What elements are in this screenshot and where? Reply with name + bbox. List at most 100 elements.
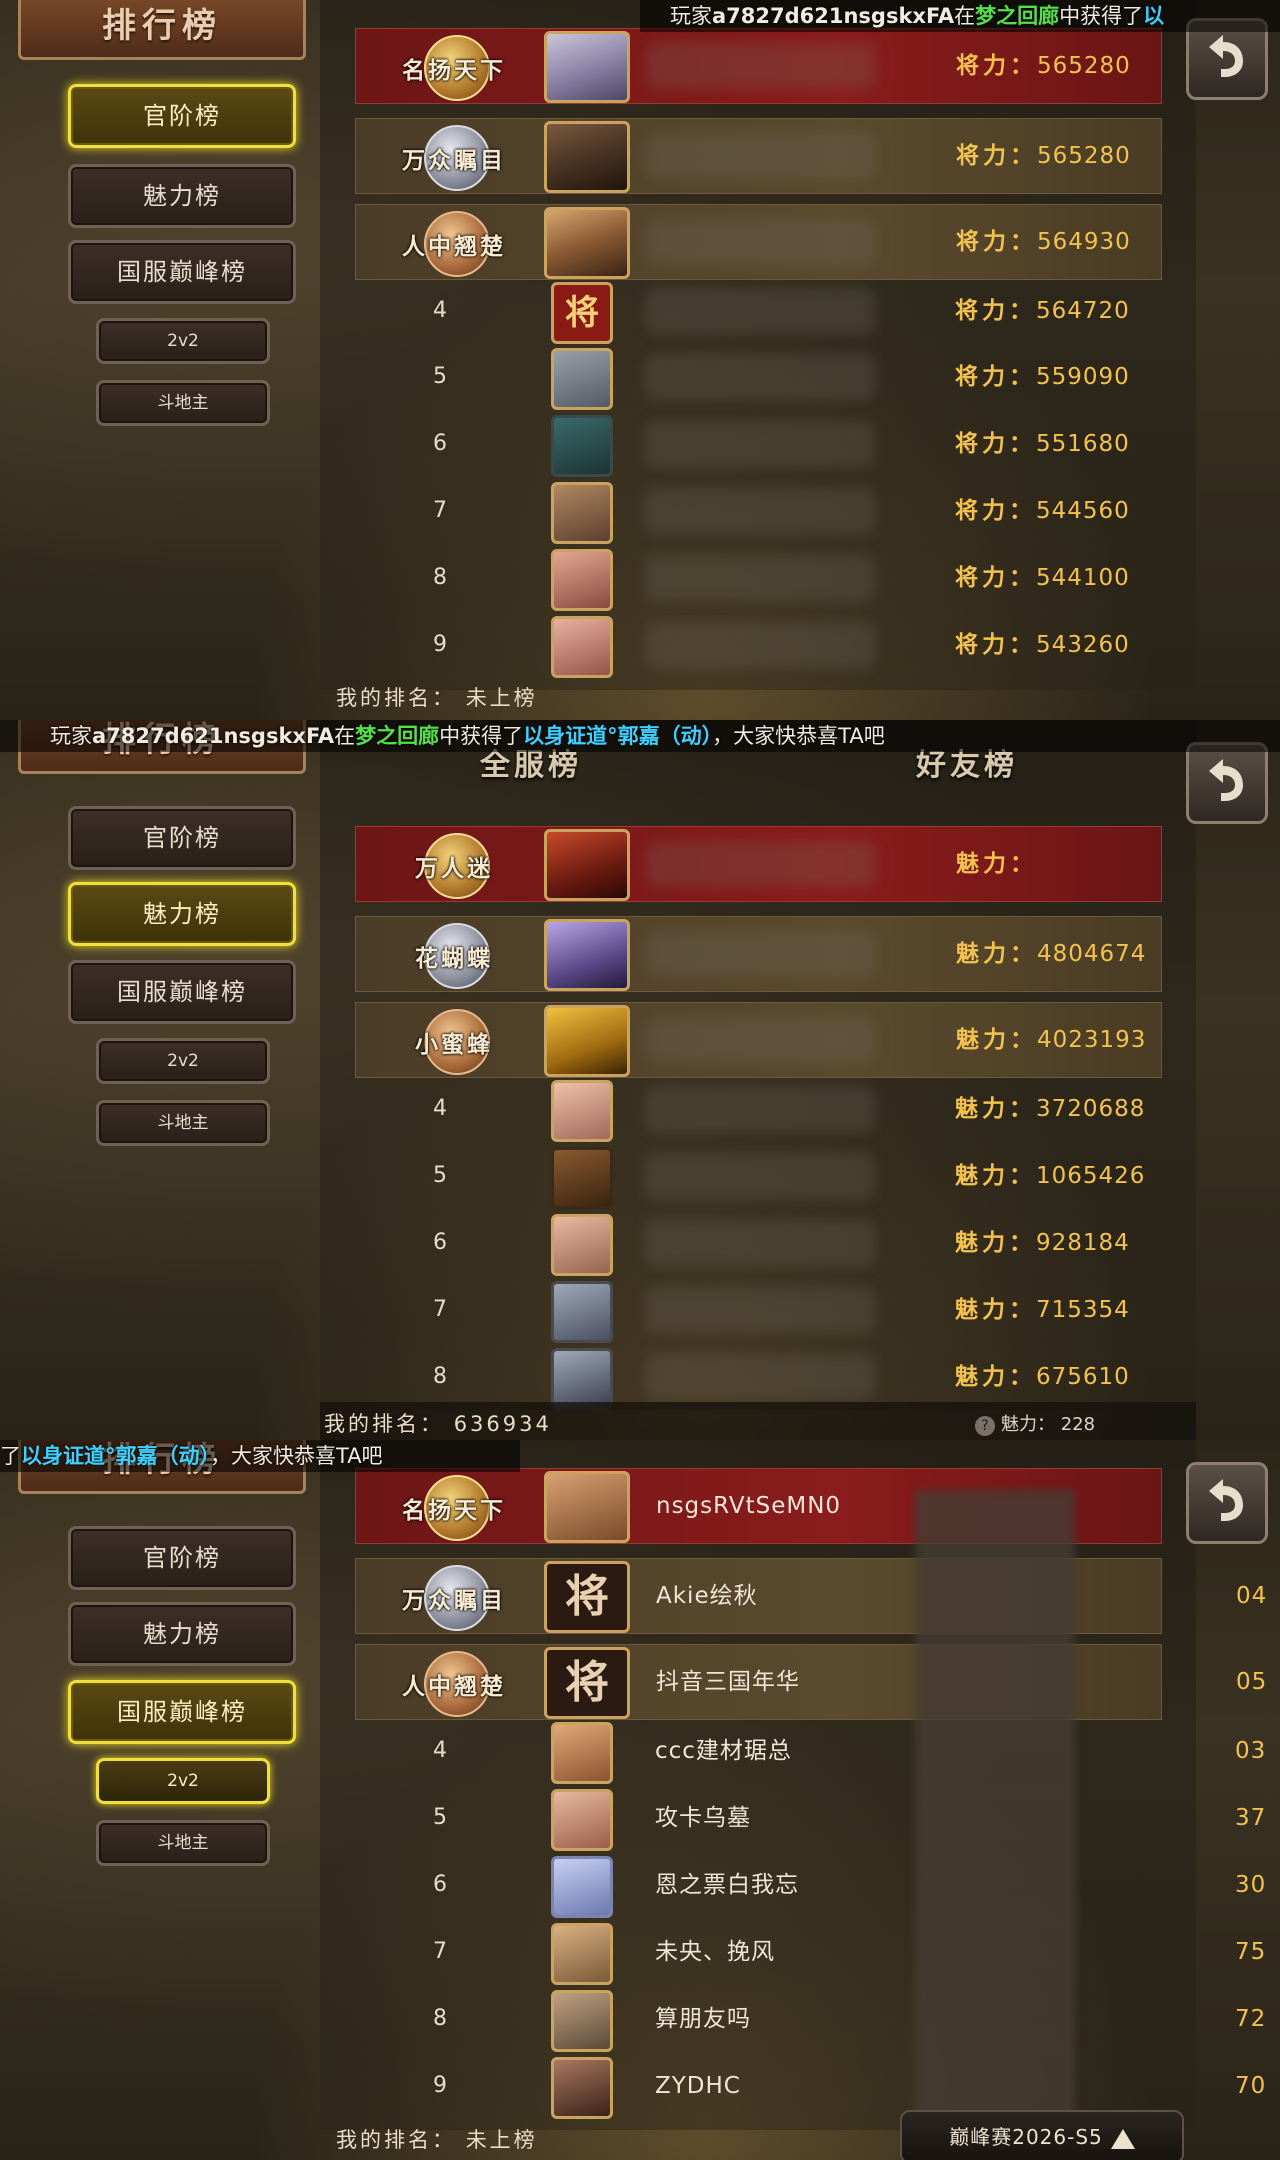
rank-number: 4 <box>433 298 447 323</box>
table-row[interactable]: 4 魅力：3720688 <box>355 1072 1160 1146</box>
ticker-item: 以身证道°郭嘉（动） <box>523 724 713 748</box>
player-name-blurred <box>645 1220 875 1266</box>
table-row[interactable]: 4 将 将力：564720 <box>355 274 1160 348</box>
back-button[interactable] <box>1186 742 1268 824</box>
player-name: Akie绘秋 <box>656 1583 758 1609</box>
table-row[interactable]: 小蜜蜂 魅力：4023193 <box>355 1002 1162 1078</box>
table-row[interactable]: 5 魅力：1065426 <box>355 1139 1160 1213</box>
my-rank: 我的排名： 未上榜 <box>336 682 538 712</box>
table-row[interactable]: 8 将力：544100 <box>355 541 1160 615</box>
avatar <box>544 121 630 193</box>
avatar <box>551 1147 613 1209</box>
player-name: nsgsRVtSeMN0 <box>656 1493 842 1519</box>
my-rank-label: 我的排名： <box>336 2128 456 2152</box>
player-name: 攻卡乌墓 <box>655 1805 751 1831</box>
rank-number: 4 <box>433 1738 447 1763</box>
sidebar-tab-peak[interactable]: 国服巅峰榜 <box>68 1680 296 1744</box>
avatar <box>551 482 613 544</box>
my-rank: 我的排名： 636934 <box>324 1408 552 1438</box>
sidebar-tab-official[interactable]: 官阶榜 <box>68 806 296 870</box>
rank-medal-bronze: 人中翘楚 <box>374 211 534 277</box>
table-row[interactable]: 9 将力：543260 <box>355 608 1160 682</box>
score-partial: 03 <box>1235 1738 1267 1764</box>
rank-number: 5 <box>433 1163 447 1188</box>
my-charm-label: 魅力： <box>1001 1414 1055 1435</box>
score-partial: 30 <box>1235 1872 1267 1898</box>
score: 魅力：33332142 <box>956 851 1080 951</box>
ticker-head: 了 <box>0 1444 21 1468</box>
score-partial: 72 <box>1235 2006 1267 2032</box>
sidebar-tab-doudizhu[interactable]: 斗地主 <box>96 380 270 426</box>
player-name-blurred <box>645 1287 875 1333</box>
back-button[interactable] <box>1186 1462 1268 1544</box>
help-icon[interactable]: ? <box>975 1416 995 1436</box>
sidebar-tab-2v2[interactable]: 2v2 <box>96 1758 270 1804</box>
table-row[interactable]: 花蝴蝶 魅力：4804674 <box>355 916 1162 992</box>
player-name-blurred <box>646 133 876 179</box>
my-rank: 我的排名： 未上榜 <box>336 2124 538 2154</box>
rank-number: 8 <box>433 565 447 590</box>
rank-medal-silver: 花蝴蝶 <box>374 923 534 989</box>
table-row[interactable]: 7 将力：544560 <box>355 474 1160 548</box>
rank-number: 5 <box>433 1805 447 1830</box>
score: 将力：564720 <box>955 298 1130 324</box>
ticker-location: 梦之回廊 <box>975 4 1060 28</box>
sidebar-tab-charm[interactable]: 魅力榜 <box>68 164 296 228</box>
table-row[interactable]: 人中翘楚 将力：564930 <box>355 204 1162 280</box>
rank-number: 9 <box>433 2073 447 2098</box>
player-name-blurred <box>646 841 876 887</box>
score: 魅力：1065426 <box>955 1163 1146 1189</box>
sidebar-tab-official[interactable]: 官阶榜 <box>68 84 296 148</box>
table-row[interactable]: 万人迷 魅力：33332142 <box>355 826 1162 951</box>
sidebar-tab-doudizhu[interactable]: 斗地主 <box>96 1820 270 1866</box>
avatar <box>551 1281 613 1343</box>
sidebar-tab-2v2[interactable]: 2v2 <box>96 318 270 364</box>
score: 魅力：4804674 <box>956 941 1147 967</box>
score: 将力：565280 <box>956 143 1131 169</box>
rank-medal-gold: 名扬天下 <box>374 35 534 101</box>
avatar <box>551 1722 613 1784</box>
sidebar-tab-official[interactable]: 官阶榜 <box>68 1526 296 1590</box>
sidebar-tab-charm[interactable]: 魅力榜 <box>68 1602 296 1666</box>
ticker-player: a7827d621nsgskxFA <box>92 724 335 748</box>
sidebar-tab-peak[interactable]: 国服巅峰榜 <box>68 960 296 1024</box>
player-name-blurred <box>646 1017 876 1063</box>
avatar <box>544 919 630 991</box>
sidebar-tab-peak[interactable]: 国服巅峰榜 <box>68 240 296 304</box>
score: 将力：551680 <box>955 431 1130 457</box>
score-partial: 05 <box>1236 1669 1268 1695</box>
ticker-got: 中获得了 <box>439 724 524 748</box>
table-row[interactable]: 6 魅力：928184 <box>355 1206 1160 1280</box>
score: 魅力：715354 <box>955 1297 1130 1323</box>
table-row[interactable]: 5 将力：559090 <box>355 340 1160 414</box>
ticker-player: a7827d621nsgskxFA <box>712 4 955 28</box>
table-row[interactable]: 6 将力：551680 <box>355 407 1160 481</box>
player-name-blurred <box>645 1153 875 1199</box>
rank-number: 6 <box>433 1872 447 1897</box>
table-row[interactable]: 名扬天下 将力：565280 <box>355 28 1162 104</box>
sidebar-tab-2v2[interactable]: 2v2 <box>96 1038 270 1084</box>
general-badge-icon: 将 <box>551 282 613 344</box>
rank-number: 7 <box>433 1297 447 1322</box>
season-selector-button[interactable]: 巅峰赛2026-S5 <box>900 2110 1184 2160</box>
sidebar-tab-doudizhu[interactable]: 斗地主 <box>96 1100 270 1146</box>
ticker-item: 以身证道°郭嘉（动） <box>21 1444 210 1468</box>
ticker-prefix: 玩家 <box>670 4 712 28</box>
player-name-blurred <box>646 43 876 89</box>
rank-medal-bronze: 人中翘楚 <box>374 1651 534 1717</box>
player-name-blurred <box>645 1354 875 1400</box>
back-arrow-icon <box>1209 35 1243 77</box>
score: 将力：544560 <box>955 498 1130 524</box>
player-name: ccc建材琚总 <box>655 1738 792 1764</box>
player-name: 恩之票白我忘 <box>655 1872 799 1898</box>
table-row[interactable]: 万众瞩目 将力：565280 <box>355 118 1162 194</box>
score: 将力：564930 <box>956 229 1131 255</box>
rank-medal-silver: 万众瞩目 <box>374 125 534 191</box>
sidebar-tab-charm[interactable]: 魅力榜 <box>68 882 296 946</box>
table-row[interactable]: 7 魅力：715354 <box>355 1273 1160 1347</box>
leaderboard-panel-official: 玩家a7827d621nsgskxFA在梦之回廊中获得了以 排行榜 官阶榜 魅力… <box>0 0 1280 720</box>
score-column-blurred <box>915 1490 1075 2130</box>
score: 将力：543260 <box>955 632 1130 658</box>
ticker-prefix: 玩家 <box>50 724 92 748</box>
avatar <box>544 207 630 279</box>
